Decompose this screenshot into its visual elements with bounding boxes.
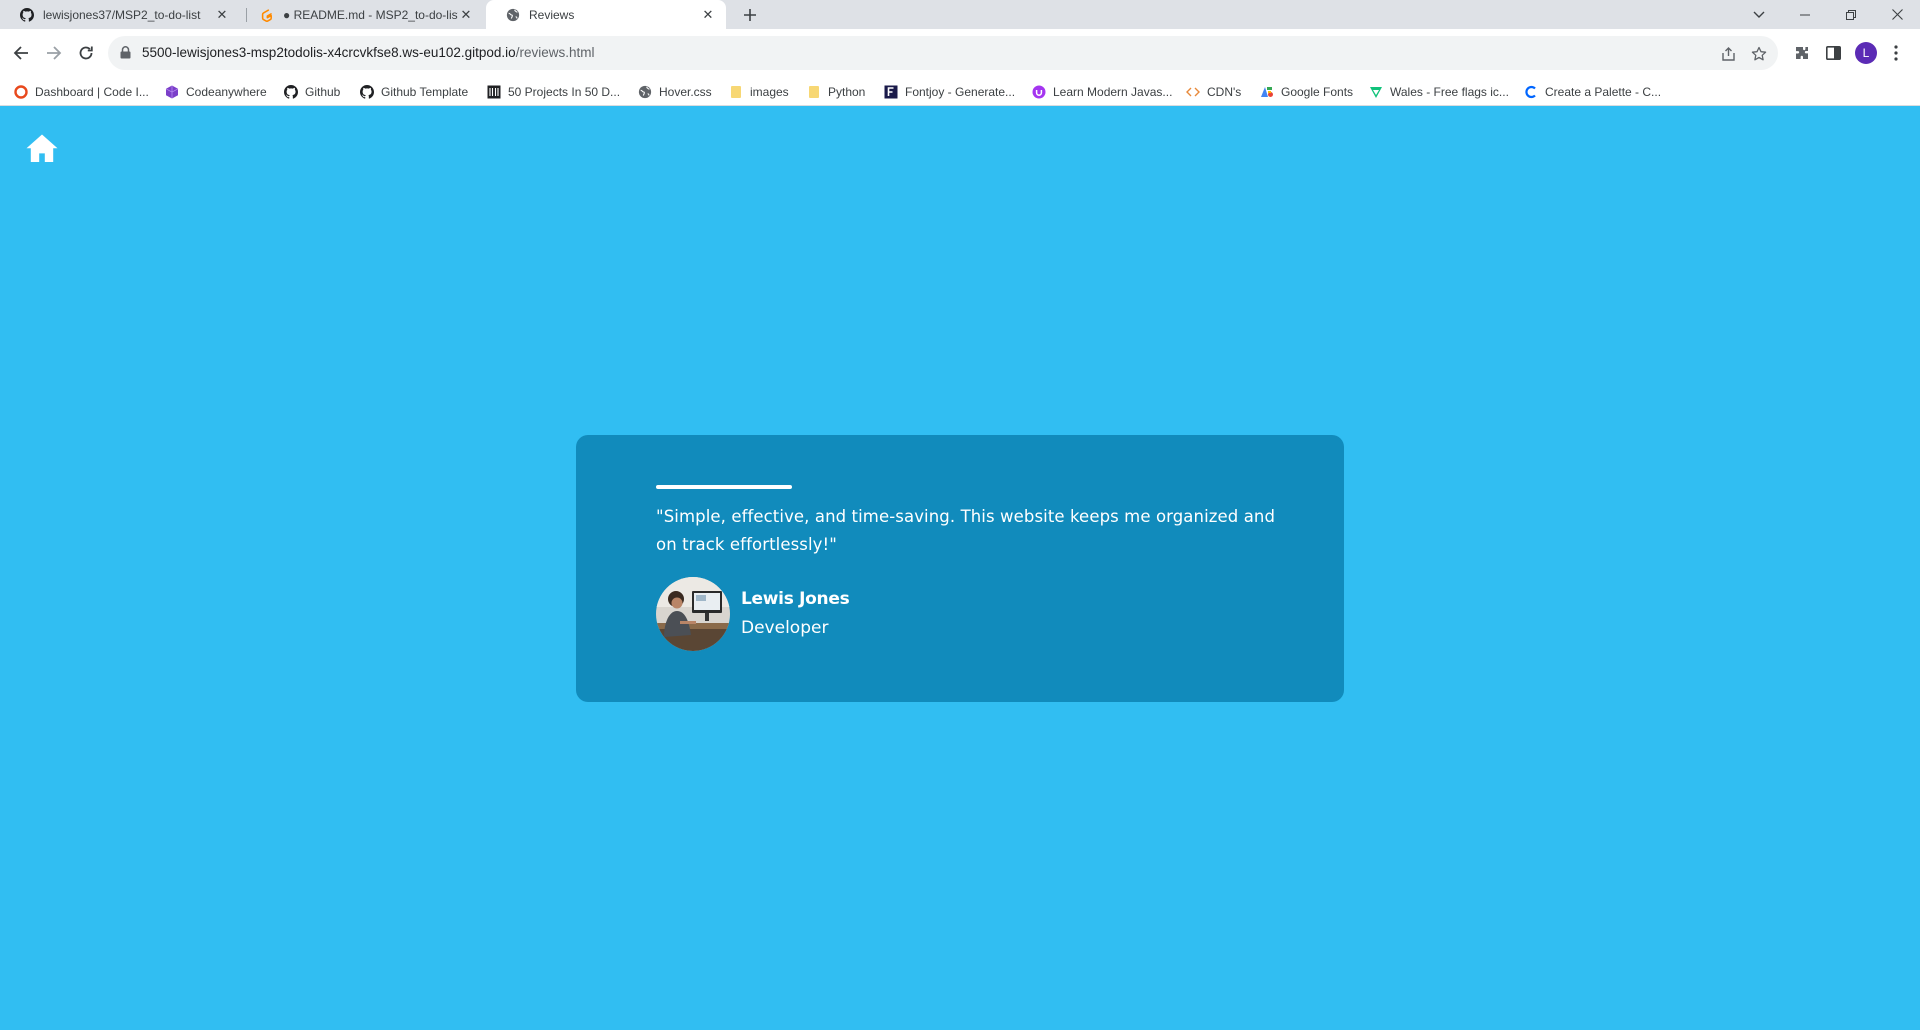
tab-readme[interactable]: ● README.md - MSP2_to-do-list ✕ xyxy=(240,0,484,29)
url-host: 5500-lewisjones3-msp2todolis-x4crcvkfse8… xyxy=(142,45,516,60)
building-icon xyxy=(487,85,501,99)
new-tab-button[interactable] xyxy=(738,3,762,27)
extensions-icon[interactable] xyxy=(1792,43,1812,63)
arrow-left-icon xyxy=(13,46,28,60)
tab-title: lewisjones37/MSP2_to-do-list xyxy=(43,7,201,22)
bookmark-label: CDN's xyxy=(1207,85,1242,99)
github-icon xyxy=(360,85,374,99)
folder-icon xyxy=(807,85,821,99)
bookmark-label: Fontjoy - Generate... xyxy=(905,85,1016,99)
chevron-down-icon xyxy=(1753,11,1765,18)
url-text[interactable]: 5500-lewisjones3-msp2todolis-x4crcvkfse8… xyxy=(142,45,594,60)
home-link[interactable] xyxy=(24,130,60,166)
share-icon[interactable] xyxy=(1719,45,1737,63)
forward-button[interactable] xyxy=(40,39,68,67)
folder-icon xyxy=(729,85,743,99)
bookmark-google-fonts[interactable]: Google Fonts xyxy=(1260,82,1353,102)
bookmark-50-projects[interactable]: 50 Projects In 50 D... xyxy=(487,82,620,102)
bookmark-github-template[interactable]: Github Template xyxy=(360,82,468,102)
reviews-page: "Simple, effective, and time-saving. Thi… xyxy=(0,106,1920,1030)
bookmark-learn-modern-js[interactable]: Learn Modern Javas... xyxy=(1032,82,1172,102)
close-icon[interactable]: ✕ xyxy=(458,7,474,23)
restore-button[interactable] xyxy=(1828,0,1874,29)
minimize-button[interactable] xyxy=(1782,0,1828,29)
reviewer-name: Lewis Jones xyxy=(741,589,850,609)
close-window-button[interactable] xyxy=(1874,0,1920,29)
bookmark-label: Learn Modern Javas... xyxy=(1053,85,1173,99)
bookmark-label: Google Fonts xyxy=(1281,85,1354,99)
bookmark-fontjoy[interactable]: Fontjoy - Generate... xyxy=(884,82,1015,102)
reviewer-avatar xyxy=(656,577,730,651)
flaticon-icon xyxy=(1369,85,1383,99)
bookmark-label: Github xyxy=(305,85,341,99)
coolors-icon xyxy=(1524,85,1538,99)
tab-search-button[interactable] xyxy=(1736,0,1782,29)
more-menu-icon[interactable] xyxy=(1886,43,1906,63)
bookmark-images[interactable]: images xyxy=(729,82,789,102)
bookmarks-bar: Dashboard | Code I... Codeanywhere Githu… xyxy=(0,77,1920,106)
bookmark-label: Python xyxy=(828,85,866,99)
close-icon xyxy=(1891,9,1903,20)
arrow-right-icon xyxy=(47,46,62,60)
bookmark-create-palette[interactable]: Create a Palette - C... xyxy=(1524,82,1661,102)
bookmark-label: Hover.css xyxy=(659,85,712,99)
bookmark-label: images xyxy=(750,85,789,99)
googlefonts-icon xyxy=(1260,85,1274,99)
bookmark-cdns[interactable]: CDN's xyxy=(1186,82,1241,102)
globe-icon xyxy=(506,8,520,22)
codeinstitute-icon xyxy=(14,85,28,99)
bookmark-label: Codeanywhere xyxy=(186,85,267,99)
code-icon xyxy=(1186,85,1200,99)
bookmark-python[interactable]: Python xyxy=(807,82,865,102)
bookmark-label: Create a Palette - C... xyxy=(1545,85,1662,99)
bookmark-label: Github Template xyxy=(381,85,469,99)
side-panel-icon[interactable] xyxy=(1823,43,1843,63)
tab-title: ● README.md - MSP2_to-do-list xyxy=(283,7,458,22)
tab-strip: lewisjones37/MSP2_to-do-list ✕ ● README.… xyxy=(0,0,1920,29)
review-accent-bar xyxy=(656,485,792,489)
reviewer-role: Developer xyxy=(741,618,829,638)
bookmark-hover-css[interactable]: Hover.css xyxy=(638,82,712,102)
bookmark-label: 50 Projects In 50 D... xyxy=(508,85,621,99)
udemy-icon xyxy=(1032,85,1046,99)
plus-icon xyxy=(744,9,756,21)
back-button[interactable] xyxy=(7,39,35,67)
bookmark-label: Dashboard | Code I... xyxy=(35,85,149,99)
bookmark-dashboard[interactable]: Dashboard | Code I... xyxy=(14,82,149,102)
reload-button[interactable] xyxy=(72,39,100,67)
restore-icon xyxy=(1846,9,1856,20)
bookmark-github[interactable]: Github xyxy=(284,82,340,102)
home-icon xyxy=(26,134,58,162)
github-icon xyxy=(284,85,298,99)
review-quote: "Simple, effective, and time-saving. Thi… xyxy=(656,507,1276,554)
gitpod-icon xyxy=(260,8,274,22)
bookmark-codeanywhere[interactable]: Codeanywhere xyxy=(165,82,267,102)
star-icon[interactable] xyxy=(1750,45,1768,63)
profile-avatar[interactable]: L xyxy=(1855,42,1877,64)
minimize-icon xyxy=(1800,14,1810,15)
globe-icon xyxy=(638,85,652,99)
github-icon xyxy=(20,7,34,22)
browser-toolbar: 5500-lewisjones3-msp2todolis-x4crcvkfse8… xyxy=(0,29,1920,77)
tab-title: Reviews xyxy=(529,7,575,22)
reload-icon xyxy=(79,46,93,60)
fontjoy-icon xyxy=(884,85,898,99)
codeanywhere-icon xyxy=(165,85,179,99)
tab-reviews[interactable]: Reviews ✕ xyxy=(486,0,726,29)
close-icon[interactable]: ✕ xyxy=(214,7,230,23)
address-bar[interactable]: 5500-lewisjones3-msp2todolis-x4crcvkfse8… xyxy=(108,36,1778,70)
tab-github-repo[interactable]: lewisjones37/MSP2_to-do-list ✕ xyxy=(0,0,240,29)
bookmark-label: Wales - Free flags ic... xyxy=(1390,85,1509,99)
url-path: /reviews.html xyxy=(515,45,595,60)
review-card: "Simple, effective, and time-saving. Thi… xyxy=(576,435,1344,702)
close-icon[interactable]: ✕ xyxy=(700,7,716,23)
lock-icon[interactable] xyxy=(120,46,131,64)
bookmark-wales-flags[interactable]: Wales - Free flags ic... xyxy=(1369,82,1509,102)
